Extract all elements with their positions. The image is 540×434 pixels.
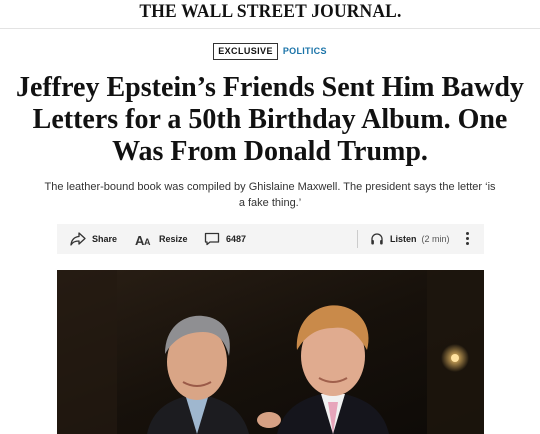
article-headline: Jeffrey Epstein’s Friends Sent Him Bawdy… (16, 72, 524, 167)
headphones-icon (370, 232, 384, 246)
resize-button[interactable]: AA Resize (135, 224, 188, 254)
listen-duration: (2 min) (421, 234, 450, 244)
listen-button[interactable]: Listen (2 min) (370, 224, 450, 254)
share-icon (70, 232, 86, 246)
section-link-politics[interactable]: POLITICS (283, 46, 327, 57)
svg-text:A: A (144, 237, 151, 246)
share-label: Share (92, 234, 118, 244)
exclusive-badge: EXCLUSIVE (213, 43, 278, 60)
share-button[interactable]: Share (70, 224, 117, 254)
comments-count: 6487 (226, 234, 247, 244)
article-hero-photo[interactable] (57, 270, 484, 434)
listen-label: Listen (390, 234, 417, 244)
more-options-icon[interactable] (466, 232, 470, 248)
resize-icon: AA (135, 232, 153, 246)
masthead: THE WALL STREET JOURNAL. (0, 0, 540, 29)
wsj-logo[interactable]: THE WALL STREET JOURNAL. (139, 0, 401, 24)
toolbar-divider (357, 230, 358, 248)
article-dek: The leather-bound book was compiled by G… (44, 181, 496, 209)
article-tags: EXCLUSIVE POLITICS (0, 43, 540, 60)
resize-label: Resize (159, 234, 188, 244)
article-toolbar: Share AA Resize 6487 Listen (2 min) (57, 224, 484, 254)
comment-icon (204, 232, 220, 246)
comments-button[interactable]: 6487 (204, 224, 246, 254)
